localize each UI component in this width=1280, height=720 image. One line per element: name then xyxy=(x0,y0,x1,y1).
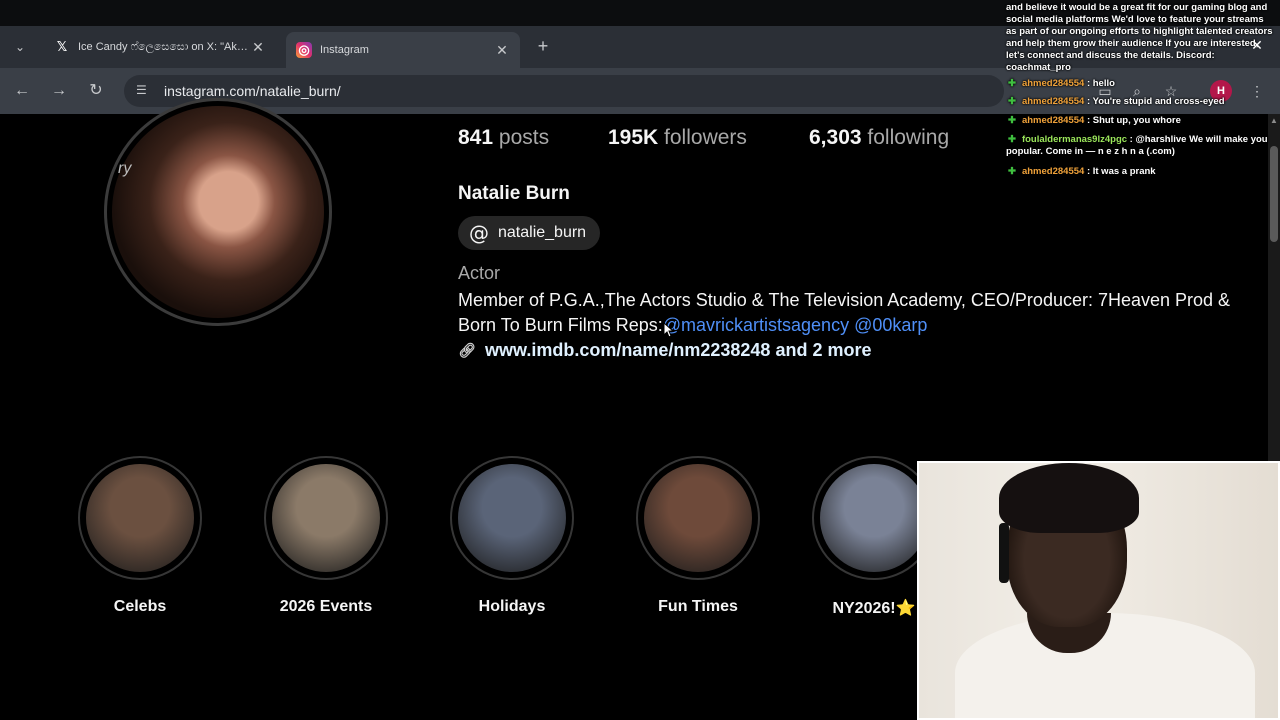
chat-message: ✚ ahmed284554 : It was a prank xyxy=(1006,166,1276,178)
chat-text: : It was a prank xyxy=(1086,166,1156,177)
highlight-ring xyxy=(264,456,388,580)
highlight-cover xyxy=(820,464,928,572)
posts-stat: 841 posts xyxy=(458,126,549,150)
streamer-webcam xyxy=(917,461,1280,720)
highlight-cover xyxy=(458,464,566,572)
chat-username: ahmed284554 xyxy=(1021,166,1085,177)
tab-title: Instagram xyxy=(320,44,369,56)
followers-label: followers xyxy=(664,126,747,149)
stream-chat-overlay: and believe it would be a great fit for … xyxy=(1006,0,1280,180)
chat-username: ahmed284554 xyxy=(1021,96,1085,107)
highlight-ring xyxy=(450,456,574,580)
highlight-cover xyxy=(272,464,380,572)
tab-close-icon[interactable]: ✕ xyxy=(250,39,266,56)
highlight-ring xyxy=(636,456,760,580)
chat-username: ahmed284554 xyxy=(1021,78,1085,89)
back-arrow-icon[interactable]: ← xyxy=(10,79,34,103)
highlight-2026-events[interactable]: 2026 Events xyxy=(262,456,390,616)
chat-message: ✚ ahmed284554 : hello xyxy=(1006,78,1276,90)
highlight-label: 2026 Events xyxy=(279,598,373,615)
highlight-cover xyxy=(644,464,752,572)
chat-username: ahmed284554 xyxy=(1021,115,1085,126)
chat-verified-icon: ✚ xyxy=(1008,115,1016,126)
posts-count: 841 xyxy=(458,126,494,149)
highlight-cover xyxy=(86,464,194,572)
following-count: 6,303 xyxy=(809,126,862,149)
threads-handle: natalie_burn xyxy=(498,224,587,241)
chat-message: ✚ foulaldermanas9lz4pgc : @harshlive We w… xyxy=(1006,134,1276,158)
webcam-hair xyxy=(999,463,1139,533)
profile-name: Natalie Burn xyxy=(458,183,570,204)
tab-instagram[interactable]: ◎ Instagram ✕ xyxy=(286,32,520,68)
threads-link-button[interactable]: @ natalie_burn xyxy=(458,216,601,250)
new-tab-plus-icon[interactable]: + xyxy=(532,36,554,58)
chat-message: ✚ ahmed284554 : You're stupid and cross-e… xyxy=(1006,96,1276,108)
tab-x[interactable]: 𝕏 Ice Candy ෆ්ලෙසෙසො on X: "Akka yaar ✕ xyxy=(44,32,276,62)
posts-label: posts xyxy=(498,126,550,149)
profile-picture[interactable] xyxy=(112,106,324,318)
highlight-label: Holidays xyxy=(478,598,546,615)
x-logo-icon: 𝕏 xyxy=(56,39,68,55)
tab-search-dropdown-icon[interactable]: ⌄ xyxy=(8,36,32,58)
reload-icon[interactable]: ↻ xyxy=(84,79,108,103)
highlight-fun-times[interactable]: Fun Times xyxy=(634,456,762,616)
headset-icon xyxy=(999,523,1009,583)
highlight-label: Celebs xyxy=(113,598,167,615)
chat-verified-icon: ✚ xyxy=(1008,78,1016,89)
address-url: instagram.com/natalie_burn/ xyxy=(164,83,341,99)
highlight-celebs[interactable]: Celebs xyxy=(76,456,204,616)
mention-link[interactable]: @00karp xyxy=(854,315,927,335)
chat-text: : Shut up, you whore xyxy=(1086,115,1181,126)
followers-count: 195K xyxy=(608,126,659,149)
forward-arrow-icon[interactable]: → xyxy=(47,79,71,103)
chat-announcement: and believe it would be a great fit for … xyxy=(1006,2,1273,73)
profile-category: Actor xyxy=(458,263,501,283)
highlight-holidays[interactable]: Holidays xyxy=(448,456,576,616)
chat-text: : You're stupid and cross-eyed xyxy=(1086,96,1225,107)
followers-stat[interactable]: 195K followers xyxy=(608,126,747,150)
chat-close-icon[interactable]: ✕ xyxy=(1250,38,1264,52)
chat-verified-icon: ✚ xyxy=(1008,96,1016,107)
tab-title: Ice Candy ෆ්ලෙසෙසො on X: "Akka yaar xyxy=(78,40,250,53)
chat-message: ✚ ahmed284554 : Shut up, you whore xyxy=(1006,115,1276,127)
chat-username: foulaldermanas9lz4pgc xyxy=(1021,134,1128,145)
threads-icon: @ xyxy=(469,221,489,245)
profile-bio: Member of P.G.A.,The Actors Studio & The… xyxy=(458,288,1268,338)
highlight-ring xyxy=(78,456,202,580)
link-chain-icon: 🔗︎ xyxy=(458,341,476,358)
instagram-icon: ◎ xyxy=(296,42,312,58)
mention-link[interactable]: @mavrickartistsagency xyxy=(663,315,849,335)
highlight-label: Fun Times xyxy=(658,598,738,615)
bio-links[interactable]: 🔗︎ www.imdb.com/name/nm2238248 and 2 mor… xyxy=(458,338,871,362)
more-links[interactable]: and 2 more xyxy=(775,340,871,361)
chat-verified-icon: ✚ xyxy=(1008,134,1016,145)
following-label: following xyxy=(867,126,950,149)
site-info-icon[interactable]: ☰ xyxy=(136,83,152,99)
mouse-cursor-icon xyxy=(663,322,675,338)
tab-close-icon[interactable]: ✕ xyxy=(494,42,510,59)
address-bar[interactable]: ☰ instagram.com/natalie_burn/ xyxy=(124,75,1004,107)
chat-text: : hello xyxy=(1086,78,1115,89)
avatar-watermark: ry xyxy=(118,160,132,177)
external-link[interactable]: www.imdb.com/name/nm2238248 xyxy=(485,340,770,361)
following-stat[interactable]: 6,303 following xyxy=(809,126,949,150)
chat-verified-icon: ✚ xyxy=(1008,166,1016,177)
